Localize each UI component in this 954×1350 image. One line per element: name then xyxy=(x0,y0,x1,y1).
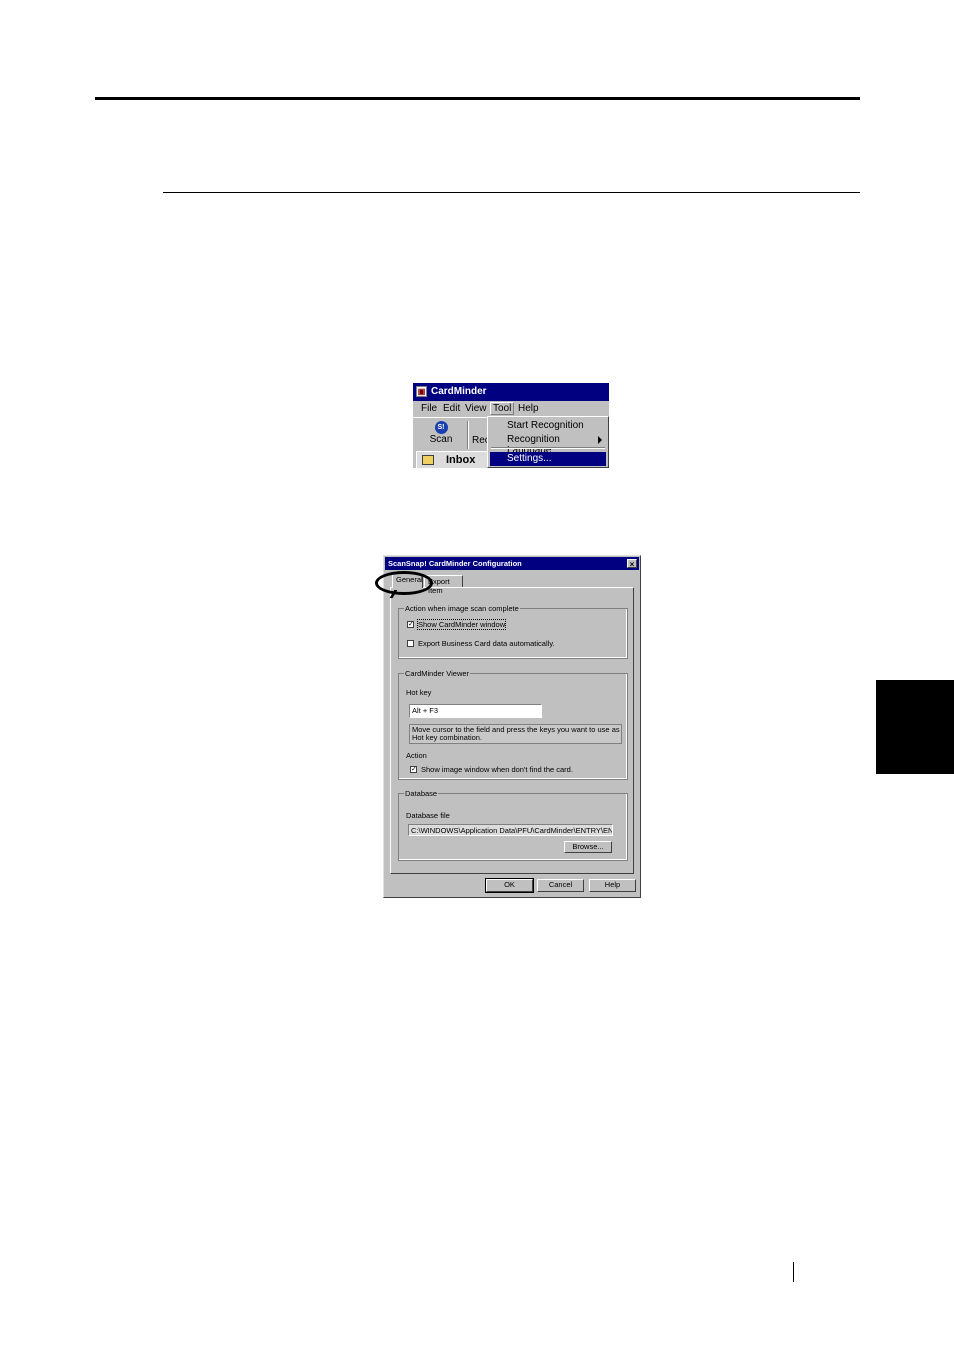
close-icon[interactable]: × xyxy=(627,559,637,569)
menu-file[interactable]: File xyxy=(421,403,437,414)
header-rule xyxy=(95,97,860,100)
show-window-label: Show CardMinder window xyxy=(416,619,507,630)
cancel-button[interactable]: Cancel xyxy=(537,879,584,892)
export-auto-checkbox[interactable] xyxy=(407,640,414,647)
menu-view[interactable]: View xyxy=(465,403,487,414)
browse-button[interactable]: Browse... xyxy=(564,841,612,853)
inbox-tab[interactable]: Inbox xyxy=(416,451,488,468)
configuration-dialog: ScanSnap! CardMinder Configuration × Gen… xyxy=(375,555,641,898)
general-tab-panel: Action when image scan complete ✓ Show C… xyxy=(390,587,634,874)
viewer-group-label: CardMinder Viewer xyxy=(404,669,471,678)
menu-tool[interactable]: Tool xyxy=(490,402,515,415)
menu-item-start-recognition[interactable]: Start Recognition xyxy=(490,419,606,433)
database-group: Database Database file C:\WINDOWS\Applic… xyxy=(398,789,628,861)
menu-item-label: Settings... xyxy=(507,453,552,464)
show-window-checkbox[interactable]: ✓ xyxy=(407,621,414,628)
inbox-icon xyxy=(422,455,434,465)
menu-edit[interactable]: Edit xyxy=(443,403,460,414)
database-file-label: Database file xyxy=(406,811,450,820)
menu-help[interactable]: Help xyxy=(518,403,539,414)
hotkey-hint-box: Move cursor to the field and press the k… xyxy=(409,724,622,744)
cardminder-titlebar: ▣ CardMinder xyxy=(413,383,609,401)
inbox-label: Inbox xyxy=(446,454,476,466)
menu-item-label: Start Recognition xyxy=(507,420,584,431)
hotkey-value: Alt + F3 xyxy=(412,706,439,715)
show-image-label: Show image window when don't find the ca… xyxy=(421,765,573,774)
chapter-thumb-tab xyxy=(876,680,954,774)
hotkey-input[interactable]: Alt + F3 xyxy=(409,704,542,718)
scansnap-icon: S! xyxy=(434,421,448,434)
menu-item-recognition-language[interactable]: Recognition Language xyxy=(490,433,606,456)
cardminder-title: CardMinder xyxy=(431,386,487,397)
menu-separator xyxy=(491,447,605,449)
submenu-arrow-icon xyxy=(598,436,602,444)
hotkey-label: Hot key xyxy=(406,688,432,697)
page-number-divider xyxy=(793,1262,794,1282)
export-auto-label: Export Business Card data automatically. xyxy=(418,639,555,648)
database-group-label: Database xyxy=(404,789,439,798)
scan-button[interactable]: S! Scan xyxy=(417,420,465,450)
tool-dropdown-menu: Start Recognition Recognition Language S… xyxy=(487,416,609,468)
database-file-path: C:\WINDOWS\Application Data\PFU\CardMind… xyxy=(408,824,613,836)
cardminder-app-icon: ▣ xyxy=(416,386,427,397)
action-group: Action when image scan complete ✓ Show C… xyxy=(398,604,628,659)
dialog-title: ScanSnap! CardMinder Configuration xyxy=(388,559,522,568)
action-group-label: Action when image scan complete xyxy=(404,604,520,613)
help-button[interactable]: Help xyxy=(589,879,636,892)
section-rule xyxy=(163,192,860,193)
menu-bar: File Edit View Tool Help xyxy=(413,401,609,417)
database-file-path-text: C:\WINDOWS\Application Data\PFU\CardMind… xyxy=(411,826,613,835)
dialog-titlebar: ScanSnap! CardMinder Configuration × xyxy=(385,557,639,570)
viewer-action-label: Action xyxy=(406,751,427,760)
viewer-group: CardMinder Viewer Hot key Alt + F3 Move … xyxy=(398,669,628,780)
cardminder-menu-screenshot: ▣ CardMinder File Edit View Tool Help S!… xyxy=(413,383,609,468)
menu-item-settings[interactable]: Settings... xyxy=(490,452,606,466)
scan-label: Scan xyxy=(429,434,453,445)
show-image-checkbox[interactable]: ✓ xyxy=(410,766,417,773)
ok-button[interactable]: OK xyxy=(485,878,534,893)
hotkey-hint-text: Move cursor to the field and press the k… xyxy=(412,725,620,742)
toolbar-separator xyxy=(467,421,469,449)
